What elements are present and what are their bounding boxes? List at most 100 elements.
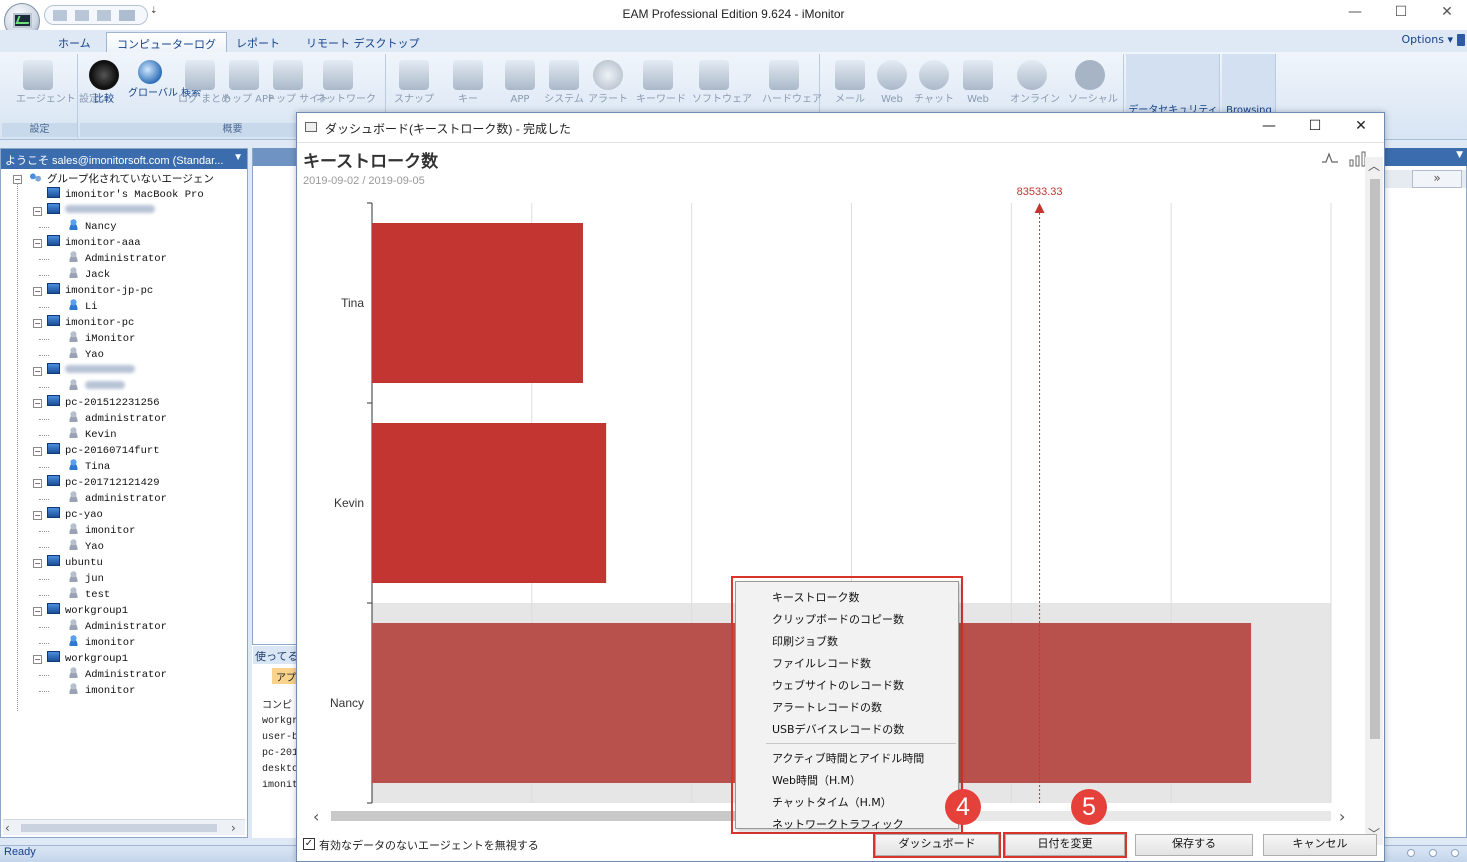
- top-site-button[interactable]: トップ サイト: [266, 58, 329, 120]
- close-button[interactable]: ✕: [1432, 4, 1462, 24]
- options-button[interactable]: Options ▾: [1402, 33, 1453, 46]
- network-button[interactable]: ネットワーク: [316, 58, 376, 120]
- menu-item-network-traffic[interactable]: ネットワークトラフィック: [772, 814, 904, 836]
- tree-user-node[interactable]: administrator: [67, 491, 167, 507]
- menu-item-chat-time[interactable]: チャットタイム（H.M）: [772, 792, 892, 814]
- tree-computer-node[interactable]: workgroup1: [47, 651, 128, 667]
- menu-item-web-time[interactable]: Web時間（H.M）: [772, 770, 861, 792]
- collapse-icon[interactable]: −: [33, 511, 42, 520]
- zoom-out-icon[interactable]: [1407, 849, 1415, 857]
- chat-button[interactable]: チャット: [912, 58, 956, 120]
- tree-user-node[interactable]: Yao: [67, 539, 104, 555]
- compare-button[interactable]: 比較: [82, 58, 126, 120]
- ignore-empty-agents-checkbox[interactable]: ✓: [303, 838, 315, 850]
- collapse-icon[interactable]: −: [33, 399, 42, 408]
- ribbon-help-icon[interactable]: [1457, 34, 1465, 46]
- snapshot-button[interactable]: スナップ: [392, 58, 436, 120]
- maximize-button[interactable]: ☐: [1386, 4, 1416, 24]
- app-subtab[interactable]: アプ: [272, 668, 298, 684]
- menu-item-print-jobs[interactable]: 印刷ジョブ数: [772, 631, 838, 653]
- scroll-right-icon[interactable]: ›: [1339, 807, 1345, 826]
- keystroke-button[interactable]: キー: [446, 58, 490, 120]
- tree-computer-node[interactable]: [47, 363, 135, 379]
- tree-user-node[interactable]: Administrator: [67, 619, 167, 635]
- tree-user-node[interactable]: Administrator: [67, 251, 167, 267]
- tree-computer-node[interactable]: imonitor-pc: [47, 315, 134, 331]
- save-button[interactable]: 保存する: [1135, 834, 1253, 856]
- alert-button[interactable]: アラート: [586, 58, 630, 120]
- app-button[interactable]: APP: [498, 58, 542, 120]
- tree-user-node[interactable]: imonitor: [67, 635, 135, 651]
- chevron-up-icon[interactable]: ︿: [1368, 157, 1380, 174]
- scroll-thumb[interactable]: [1370, 179, 1380, 739]
- collapse-icon[interactable]: −: [33, 479, 42, 488]
- tree-computer-node[interactable]: [47, 203, 155, 219]
- agent-settings-button[interactable]: エージェント 設定: [16, 58, 99, 120]
- tab-remote-desktop[interactable]: リモート デスクトップ: [296, 32, 430, 52]
- scroll-left-icon[interactable]: ‹: [5, 821, 10, 835]
- tree-computer-node[interactable]: workgroup1: [47, 603, 128, 619]
- collapse-icon[interactable]: −: [33, 207, 42, 216]
- global-search-button[interactable]: グローバル 検索: [128, 58, 201, 120]
- chevron-down-icon[interactable]: ▼: [233, 152, 243, 163]
- tree-user-node[interactable]: iMonitor: [67, 331, 135, 347]
- tab-report[interactable]: レポート: [226, 32, 290, 52]
- tab-computer-log[interactable]: コンピューターログ: [106, 32, 227, 52]
- tree-user-node[interactable]: test: [67, 587, 110, 603]
- collapse-icon[interactable]: −: [33, 319, 42, 328]
- tree-user-node[interactable]: jun: [67, 571, 104, 587]
- menu-item-website-records[interactable]: ウェブサイトのレコード数: [772, 675, 904, 697]
- tree-user-node[interactable]: imonitor: [67, 523, 135, 539]
- tree-user-node[interactable]: Tina: [67, 459, 110, 475]
- menu-item-alert-records[interactable]: アラートレコードの数: [772, 697, 882, 719]
- collapse-icon[interactable]: −: [33, 367, 42, 376]
- scroll-thumb[interactable]: [331, 811, 751, 821]
- tree-user-node[interactable]: Li: [67, 299, 98, 315]
- collapse-icon[interactable]: −: [33, 607, 42, 616]
- top-app-button[interactable]: トップ APP: [222, 58, 274, 120]
- tree-user-node[interactable]: imonitor: [67, 683, 135, 699]
- collapse-icon[interactable]: −: [33, 655, 42, 664]
- tree-computer-node[interactable]: pc-yao: [47, 507, 103, 523]
- system-button[interactable]: システム: [542, 58, 586, 120]
- menu-item-clipboard[interactable]: クリップボードのコピー数: [772, 609, 904, 631]
- scroll-left-icon[interactable]: ‹: [313, 807, 319, 826]
- dashboard-close-button[interactable]: ✕: [1347, 118, 1375, 138]
- tree-computer-node[interactable]: pc-201512231256: [47, 395, 160, 411]
- tree-user-node[interactable]: Kevin: [67, 427, 117, 443]
- menu-item-keystrokes[interactable]: キーストローク数: [772, 587, 859, 609]
- usage-tab[interactable]: 使ってる: [253, 646, 297, 664]
- zoom-handle-icon[interactable]: [1429, 849, 1437, 857]
- tree-user-node[interactable]: Administrator: [67, 667, 167, 683]
- collapse-icon[interactable]: −: [33, 239, 42, 248]
- collapse-icon[interactable]: −: [33, 447, 42, 456]
- software-button[interactable]: ソフトウェア: [692, 58, 752, 120]
- collapse-icon[interactable]: −: [33, 559, 42, 568]
- cancel-button[interactable]: キャンセル: [1263, 834, 1377, 856]
- welcome-header[interactable]: ようこそ sales@imonitorsoft.com (Standar... ▼: [1, 149, 247, 169]
- tree-computer-node[interactable]: imonitor-jp-pc: [47, 283, 153, 299]
- web-button[interactable]: Web: [870, 58, 914, 120]
- web-mail-button[interactable]: Web: [956, 58, 1000, 120]
- dashboard-maximize-button[interactable]: ☐: [1301, 118, 1329, 138]
- zoom-in-icon[interactable]: [1451, 849, 1459, 857]
- tab-home[interactable]: ホーム: [48, 32, 101, 52]
- scroll-right-icon[interactable]: ›: [231, 821, 236, 835]
- log-summary-button[interactable]: ログ まとめ: [178, 58, 231, 120]
- next-page-button[interactable]: »: [1412, 170, 1462, 188]
- online-button[interactable]: オンライン: [1010, 58, 1060, 120]
- tree-user-node[interactable]: administrator: [67, 411, 167, 427]
- tree-computer-node[interactable]: imonitor-aaa: [47, 235, 141, 251]
- collapse-icon[interactable]: −: [33, 287, 42, 296]
- mail-button[interactable]: メール: [828, 58, 872, 120]
- tree-computer-node[interactable]: pc-201712121429: [47, 475, 160, 491]
- scroll-thumb[interactable]: [21, 824, 217, 832]
- line-chart-icon[interactable]: [1321, 151, 1339, 165]
- minimize-button[interactable]: —: [1340, 4, 1370, 24]
- social-button[interactable]: ソーシャル: [1068, 58, 1118, 120]
- data-security-button[interactable]: データセキュリティ: [1126, 58, 1220, 120]
- tree-horizontal-scrollbar[interactable]: ‹ ›: [3, 819, 245, 835]
- chevron-down-icon[interactable]: ▼: [1456, 150, 1463, 160]
- tree-group-node[interactable]: グループ化されていないエージェン: [29, 171, 214, 187]
- menu-item-active-idle[interactable]: アクティブ時間とアイドル時間: [772, 748, 924, 770]
